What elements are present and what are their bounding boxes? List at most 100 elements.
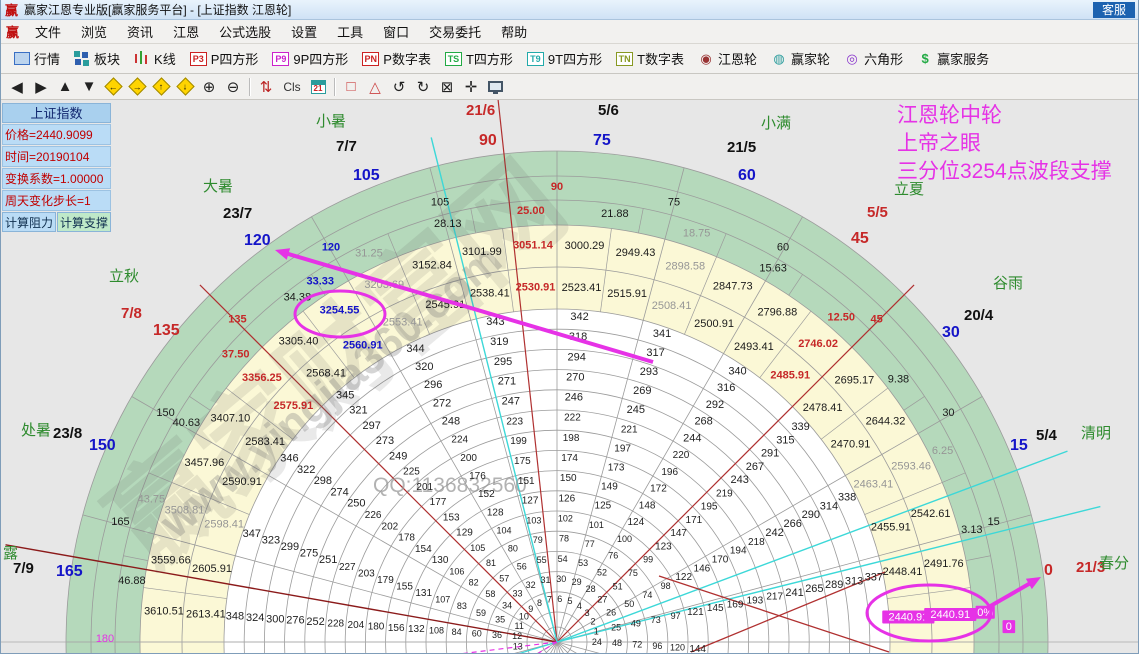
pan-left-button-icon: ← xyxy=(104,77,122,95)
percent-value: 40.63 xyxy=(173,417,201,429)
toolbar-button-六角形[interactable]: ◎六角形 xyxy=(837,47,910,70)
outer-degree-label: 135 xyxy=(153,322,180,339)
menu-logo-icon: 赢 xyxy=(6,22,19,41)
toolbar-label: 江恩轮 xyxy=(718,49,757,68)
wheel-number: 226 xyxy=(365,510,382,521)
wheel-number: 78 xyxy=(559,534,569,544)
wheel-number: 132 xyxy=(408,624,425,635)
toolbar-label: 赢家轮 xyxy=(791,49,830,68)
wheel-number: 1 xyxy=(594,626,599,636)
screen-button[interactable] xyxy=(483,76,507,98)
calendar-button[interactable]: 21 xyxy=(306,76,330,98)
watermark-qq: QQ:1136832560 xyxy=(373,474,527,497)
monitor-icon xyxy=(488,81,503,92)
menu-item-5[interactable]: 公式选股 xyxy=(209,23,281,42)
wheel-number: 295 xyxy=(494,356,512,368)
wheel-number: 323 xyxy=(262,534,280,546)
price-outer-value: 2491.76 xyxy=(924,558,964,570)
wheel-number: 149 xyxy=(601,482,618,493)
wheel-number: 29 xyxy=(572,577,582,587)
wheel-number: 296 xyxy=(424,379,442,391)
nav-left-button[interactable]: ◀ xyxy=(5,76,29,98)
toolbar-button-板块[interactable]: 板块 xyxy=(67,47,127,70)
wheel-number: 315 xyxy=(776,434,794,446)
wheel-number: 217 xyxy=(766,592,783,603)
wheel-number: 268 xyxy=(694,416,712,428)
pan-left-button[interactable]: ← xyxy=(101,76,125,98)
degree-value: 75 xyxy=(668,196,680,208)
wheel-number: 120 xyxy=(670,642,685,652)
cls-button[interactable]: Cls xyxy=(278,76,306,98)
toolbar-button-9T四方形[interactable]: T99T四方形 xyxy=(520,47,609,70)
toolbar-button-K线[interactable]: K线 xyxy=(127,47,183,70)
solar-term-label: 立秋 xyxy=(109,268,139,285)
wheel-number: 147 xyxy=(670,528,687,539)
toolbar-button-9P四方形[interactable]: P99P四方形 xyxy=(265,47,355,70)
wheel-number: 55 xyxy=(537,555,547,565)
wheel-number: 100 xyxy=(617,534,632,544)
menu-item-8[interactable]: 窗口 xyxy=(373,23,419,42)
menu-item-4[interactable]: 江恩 xyxy=(163,23,209,42)
wheel-number: 9 xyxy=(528,604,533,614)
customer-service-button[interactable]: 客服 xyxy=(1093,2,1135,18)
solar-date-label: 23/7 xyxy=(223,205,252,222)
toolbar-button-T数字表[interactable]: TNT数字表 xyxy=(609,47,691,70)
scale-toggle-button[interactable]: ⇅ xyxy=(254,76,278,98)
rotate-ccw-button[interactable]: ↺ xyxy=(387,76,411,98)
menu-item-6[interactable]: 设置 xyxy=(281,23,327,42)
toolbar-separator xyxy=(249,78,250,96)
price-inner-value: 2455.91 xyxy=(871,521,911,533)
wheel-number: 4 xyxy=(577,601,582,611)
wheel-number: 145 xyxy=(707,603,724,614)
wheel-number: 8 xyxy=(537,598,542,608)
toolbar-button-赢家服务[interactable]: $赢家服务 xyxy=(910,47,996,70)
zoom-out-button[interactable]: ⊖ xyxy=(221,76,245,98)
wheel-number: 54 xyxy=(558,554,568,564)
toolbar-button-江恩轮[interactable]: ◉江恩轮 xyxy=(691,47,764,70)
gann-wheel-chart: 赢家财富网www.yingjia360.comQQ:11368325601234… xyxy=(1,100,1139,654)
menu-item-10[interactable]: 帮助 xyxy=(491,23,537,42)
menu-item-3[interactable]: 资讯 xyxy=(117,23,163,42)
p-number-table-icon: PN xyxy=(362,52,379,66)
wheel-number: 107 xyxy=(435,595,450,605)
degree-value: 135 xyxy=(228,313,246,325)
solar-term-label: 谷雨 xyxy=(993,275,1023,292)
rect-tool-button[interactable]: □ xyxy=(339,76,363,98)
price-inner-value: 2485.91 xyxy=(770,369,810,381)
price-outer-value: 3610.51 xyxy=(144,606,184,618)
pan-up-button[interactable]: ↑ xyxy=(149,76,173,98)
price-outer-value: 3254.55 xyxy=(320,304,360,316)
toolbar-button-P数字表[interactable]: PNP数字表 xyxy=(355,47,438,70)
t-number-table-icon: TN xyxy=(616,52,633,66)
wheel-number: 225 xyxy=(403,467,420,478)
percent-value: 12.50 xyxy=(827,312,855,324)
percent-value: 33.33 xyxy=(306,275,334,287)
pan-right-button[interactable]: → xyxy=(125,76,149,98)
nav-down-button[interactable]: ▼ xyxy=(77,76,101,98)
zoom-in-button[interactable]: ⊕ xyxy=(197,76,221,98)
rotate-cw-button[interactable]: ↻ xyxy=(411,76,435,98)
menu-item-2[interactable]: 浏览 xyxy=(71,23,117,42)
menu-item-9[interactable]: 交易委托 xyxy=(419,23,491,42)
wheel-number: 144 xyxy=(689,644,706,654)
toolbar-button-P四方形[interactable]: P3P四方形 xyxy=(183,47,266,70)
price-inner-value: 2515.91 xyxy=(607,288,647,300)
menu-item-1[interactable]: 文件 xyxy=(25,23,71,42)
delete-selection-button[interactable]: ⊠ xyxy=(435,76,459,98)
center-view-button[interactable]: ✛ xyxy=(459,76,483,98)
wheel-number: 271 xyxy=(498,376,516,388)
toolbar-button-行情[interactable]: 行情 xyxy=(7,47,67,70)
calc-resistance-button[interactable]: 计算阻力 xyxy=(2,212,56,232)
menu-item-7[interactable]: 工具 xyxy=(327,23,373,42)
calc-support-button[interactable]: 计算支撑 xyxy=(57,212,111,232)
toolbar-button-T四方形[interactable]: TST四方形 xyxy=(438,47,520,70)
toolbar-button-赢家轮[interactable]: ◍赢家轮 xyxy=(764,47,837,70)
wheel-number: 250 xyxy=(347,498,365,510)
price-inner-value: 2575.91 xyxy=(273,400,313,412)
triangle-tool-button[interactable]: △ xyxy=(363,76,387,98)
pan-down-button[interactable]: ↓ xyxy=(173,76,197,98)
nav-up-button[interactable]: ▲ xyxy=(53,76,77,98)
nav-right-button[interactable]: ▶ xyxy=(29,76,53,98)
winner-wheel-icon: ◍ xyxy=(771,51,787,67)
wheel-number: 146 xyxy=(694,563,711,574)
